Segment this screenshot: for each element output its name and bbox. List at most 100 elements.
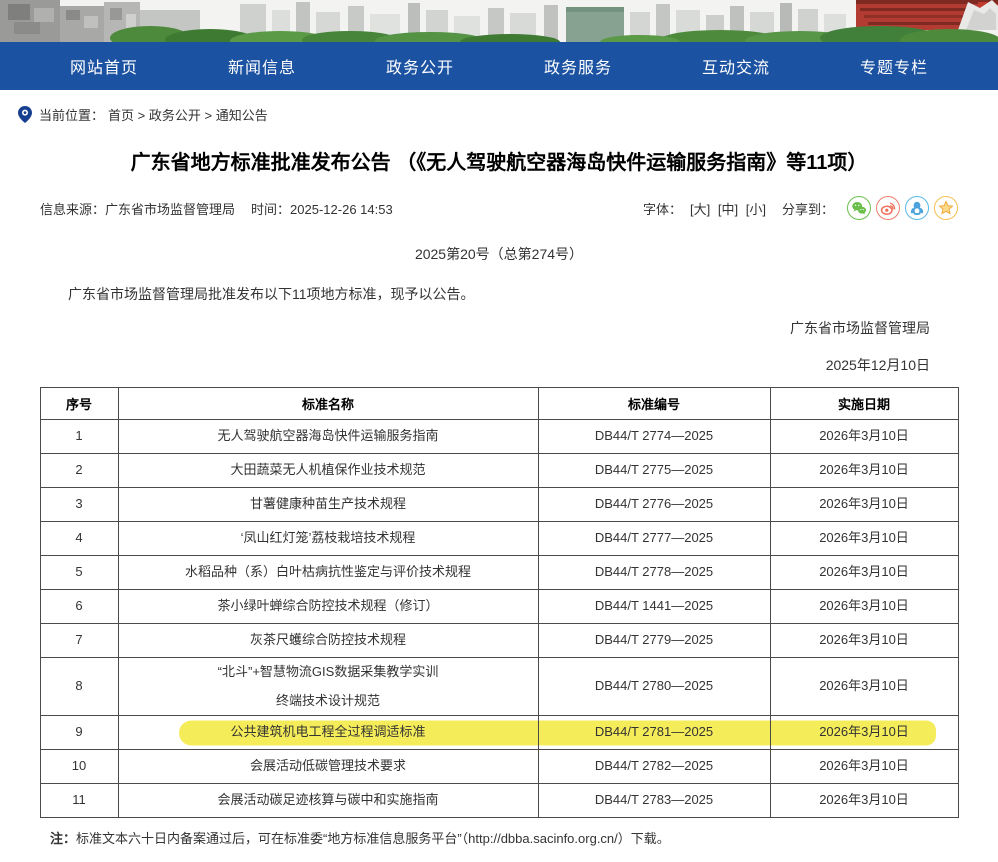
cell-implementation-date: 2026年3月10日 bbox=[770, 658, 958, 716]
standards-table: 序号 标准名称 标准编号 实施日期 1 无人驾驶航空器海岛快件运输服务指南 DB… bbox=[40, 387, 959, 818]
cell-index: 8 bbox=[40, 658, 118, 716]
banner-image bbox=[0, 0, 998, 42]
col-header-index: 序号 bbox=[40, 388, 118, 420]
cell-standard-name: 会展活动碳足迹核算与碳中和实施指南 bbox=[118, 784, 538, 818]
footnote-label: 注： bbox=[50, 831, 76, 846]
qq-share-icon[interactable] bbox=[905, 196, 929, 220]
article-tools: 字体： [大] [中] [小] 分享到： bbox=[643, 196, 958, 220]
cell-implementation-date: 2026年3月10日 bbox=[770, 454, 958, 488]
footnote: 注：标准文本六十日内备案通过后，可在标准委“地方标准信息服务平台”（http:/… bbox=[50, 828, 958, 847]
table-row: 6 茶小绿叶蝉综合防控技术规程（修订） DB44/T 1441—2025 202… bbox=[40, 590, 958, 624]
cell-index: 3 bbox=[40, 488, 118, 522]
breadcrumb-label: 当前位置： bbox=[39, 105, 104, 124]
cell-standard-name: 无人驾驶航空器海岛快件运输服务指南 bbox=[118, 420, 538, 454]
cell-implementation-date: 2026年3月10日 bbox=[770, 590, 958, 624]
location-pin-icon bbox=[18, 106, 32, 123]
cell-index: 7 bbox=[40, 624, 118, 658]
cell-index: 10 bbox=[40, 750, 118, 784]
signature-date: 2025年12月10日 bbox=[0, 355, 930, 375]
nav-item[interactable]: 网站首页 bbox=[25, 54, 183, 78]
cell-standard-number: DB44/T 2776—2025 bbox=[538, 488, 770, 522]
cell-standard-name: 公共建筑机电工程全过程调适标准 bbox=[118, 716, 538, 750]
cell-index: 9 bbox=[40, 716, 118, 750]
table-row: 11 会展活动碳足迹核算与碳中和实施指南 DB44/T 2783—2025 20… bbox=[40, 784, 958, 818]
nav-item[interactable]: 新闻信息 bbox=[183, 54, 341, 78]
font-size-button[interactable]: [中] bbox=[718, 202, 738, 217]
table-row: 1 无人驾驶航空器海岛快件运输服务指南 DB44/T 2774—2025 202… bbox=[40, 420, 958, 454]
doc-number: 2025第20号（总第274号） bbox=[0, 244, 998, 264]
cell-standard-number: DB44/T 2781—2025 bbox=[538, 716, 770, 750]
breadcrumb-links: 首页 政务公开 通知公告 bbox=[108, 105, 268, 124]
cell-standard-number: DB44/T 1441—2025 bbox=[538, 590, 770, 624]
nav-item[interactable]: 政务服务 bbox=[499, 54, 657, 78]
cell-index: 2 bbox=[40, 454, 118, 488]
cell-implementation-date: 2026年3月10日 bbox=[770, 488, 958, 522]
font-size-label: 字体： bbox=[643, 199, 682, 218]
share-label: 分享到： bbox=[782, 199, 834, 218]
signature: 广东省市场监督管理局 bbox=[0, 318, 930, 338]
cell-implementation-date: 2026年3月10日 bbox=[770, 750, 958, 784]
breadcrumb-link[interactable]: 首页 bbox=[108, 108, 134, 123]
nav-item[interactable]: 专题专栏 bbox=[815, 54, 973, 78]
source-label: 信息来源： bbox=[40, 202, 105, 217]
table-row: 10 会展活动低碳管理技术要求 DB44/T 2782—2025 2026年3月… bbox=[40, 750, 958, 784]
col-header-number: 标准编号 bbox=[538, 388, 770, 420]
cell-standard-name: 会展活动低碳管理技术要求 bbox=[118, 750, 538, 784]
cell-standard-name: 甘薯健康种苗生产技术规程 bbox=[118, 488, 538, 522]
cell-standard-number: DB44/T 2780—2025 bbox=[538, 658, 770, 716]
article-body: 广东省市场监督管理局批准发布以下11项地方标准，现予以公告。 bbox=[40, 284, 958, 304]
page-title: 广东省地方标准批准发布公告 （《无人驾驶航空器海岛快件运输服务指南》等11项） bbox=[40, 148, 958, 178]
table-row: 8 “北斗”+智慧物流GIS数据采集教学实训 终端技术设计规范 DB44/T 2… bbox=[40, 658, 958, 716]
breadcrumb: 当前位置： 首页 政务公开 通知公告 bbox=[0, 90, 998, 124]
font-size-controls: [大] [中] [小] bbox=[688, 199, 768, 218]
cell-implementation-date: 2026年3月10日 bbox=[770, 420, 958, 454]
table-row: 2 大田蔬菜无人机植保作业技术规范 DB44/T 2775—2025 2026年… bbox=[40, 454, 958, 488]
table-row: 5 水稻品种（系）白叶枯病抗性鉴定与评价技术规程 DB44/T 2778—202… bbox=[40, 556, 958, 590]
breadcrumb-link[interactable]: 政务公开 bbox=[138, 108, 201, 123]
cell-index: 6 bbox=[40, 590, 118, 624]
cell-standard-name: 水稻品种（系）白叶枯病抗性鉴定与评价技术规程 bbox=[118, 556, 538, 590]
cell-standard-number: DB44/T 2775—2025 bbox=[538, 454, 770, 488]
wechat-share-icon[interactable] bbox=[847, 196, 871, 220]
cell-standard-name: “北斗”+智慧物流GIS数据采集教学实训 终端技术设计规范 bbox=[118, 658, 538, 716]
favorite-star-icon[interactable] bbox=[934, 196, 958, 220]
cell-implementation-date: 2026年3月10日 bbox=[770, 784, 958, 818]
table-header-row: 序号 标准名称 标准编号 实施日期 bbox=[40, 388, 958, 420]
cityscape-illustration bbox=[0, 0, 998, 42]
article-meta: 信息来源：广东省市场监督管理局 时间：2025-12-26 14:53 bbox=[40, 199, 393, 218]
breadcrumb-link[interactable]: 通知公告 bbox=[205, 108, 268, 123]
table-row: 4 ‘凤山红灯笼’荔枝栽培技术规程 DB44/T 2777—2025 2026年… bbox=[40, 522, 958, 556]
font-size-button[interactable]: [大] bbox=[690, 202, 710, 217]
font-size-button[interactable]: [小] bbox=[746, 202, 766, 217]
cell-standard-name: 茶小绿叶蝉综合防控技术规程（修订） bbox=[118, 590, 538, 624]
time-label: 时间： bbox=[251, 202, 290, 217]
cell-index: 5 bbox=[40, 556, 118, 590]
col-header-date: 实施日期 bbox=[770, 388, 958, 420]
cell-standard-name: 灰茶尺蠖综合防控技术规程 bbox=[118, 624, 538, 658]
footnote-text: 标准文本六十日内备案通过后，可在标准委“地方标准信息服务平台”（http://d… bbox=[76, 831, 670, 846]
nav-item[interactable]: 政务公开 bbox=[341, 54, 499, 78]
source-value: 广东省市场监督管理局 bbox=[105, 202, 235, 217]
cell-index: 1 bbox=[40, 420, 118, 454]
cell-standard-number: DB44/T 2774—2025 bbox=[538, 420, 770, 454]
cell-index: 11 bbox=[40, 784, 118, 818]
cell-implementation-date: 2026年3月10日 bbox=[770, 556, 958, 590]
weibo-share-icon[interactable] bbox=[876, 196, 900, 220]
cell-implementation-date: 2026年3月10日 bbox=[770, 624, 958, 658]
cell-standard-number: DB44/T 2783—2025 bbox=[538, 784, 770, 818]
cell-standard-number: DB44/T 2778—2025 bbox=[538, 556, 770, 590]
time-value: 2025-12-26 14:53 bbox=[290, 202, 393, 217]
nav-item[interactable]: 互动交流 bbox=[657, 54, 815, 78]
cell-standard-name: 大田蔬菜无人机植保作业技术规范 bbox=[118, 454, 538, 488]
cell-implementation-date: 2026年3月10日 bbox=[770, 522, 958, 556]
cell-standard-number: DB44/T 2782—2025 bbox=[538, 750, 770, 784]
table-row: 7 灰茶尺蠖综合防控技术规程 DB44/T 2779—2025 2026年3月1… bbox=[40, 624, 958, 658]
cell-implementation-date: 2026年3月10日 bbox=[770, 716, 958, 750]
col-header-name: 标准名称 bbox=[118, 388, 538, 420]
table-row: 3 甘薯健康种苗生产技术规程 DB44/T 2776—2025 2026年3月1… bbox=[40, 488, 958, 522]
cell-index: 4 bbox=[40, 522, 118, 556]
main-nav: 网站首页 新闻信息 政务公开 政务服务 互动交流 专题专栏 bbox=[0, 42, 998, 90]
article-meta-row: 信息来源：广东省市场监督管理局 时间：2025-12-26 14:53 字体： [… bbox=[40, 196, 958, 220]
table-row: 9 公共建筑机电工程全过程调适标准 DB44/T 2781—2025 2026年… bbox=[40, 716, 958, 750]
cell-standard-number: DB44/T 2777—2025 bbox=[538, 522, 770, 556]
